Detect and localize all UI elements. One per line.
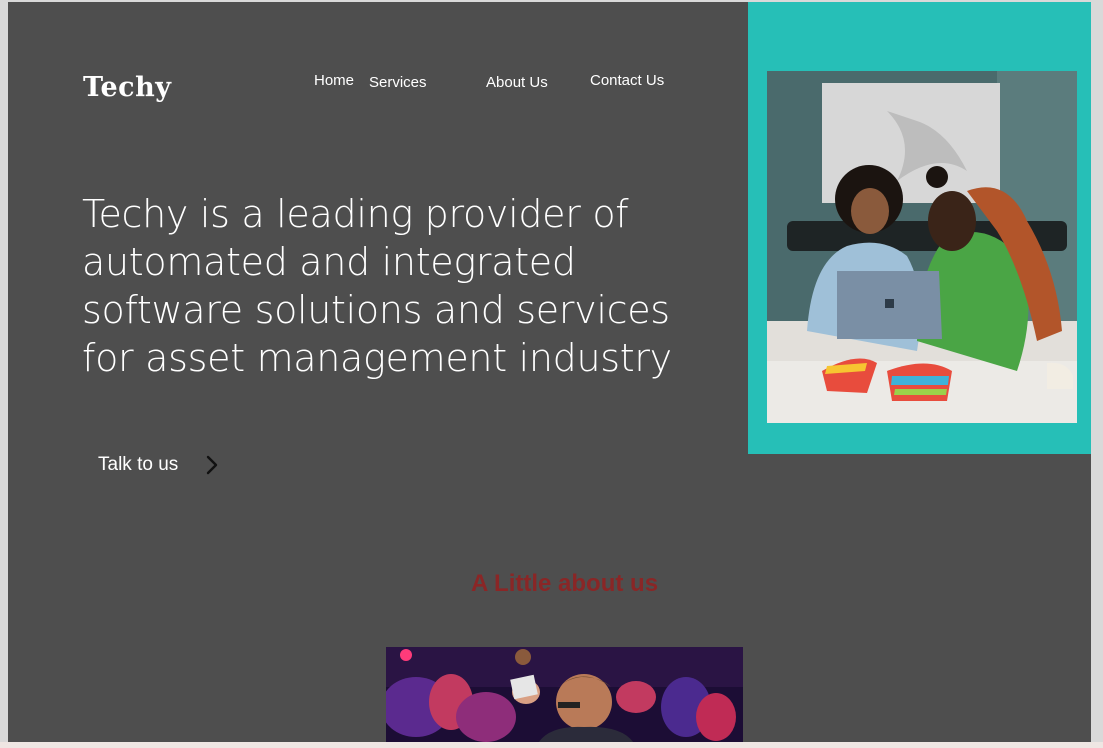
- hero-headline-line: for asset management industry: [82, 336, 672, 380]
- hero-headline-line: Techy is a leading provider of: [82, 192, 629, 236]
- chevron-right-icon: [206, 455, 218, 475]
- about-section-title: A Little about us: [470, 570, 659, 597]
- nav-home-link[interactable]: Home: [314, 72, 354, 89]
- talk-to-us-button[interactable]: Talk to us: [98, 454, 218, 476]
- landing-page: Techy Home Services About Us Contact Us …: [8, 2, 1091, 742]
- nav-services-link[interactable]: Services: [369, 74, 427, 91]
- brand-logo[interactable]: Techy: [83, 72, 171, 103]
- talk-to-us-label: Talk to us: [98, 454, 179, 475]
- hero-headline-line: automated and integrated: [82, 240, 576, 284]
- browser-frame: Techy Home Services About Us Contact Us …: [0, 0, 1103, 742]
- hero-headline-line: software solutions and services: [82, 288, 670, 332]
- nav-about-link[interactable]: About Us: [486, 74, 548, 91]
- nav-contact-link[interactable]: Contact Us: [590, 72, 664, 89]
- hero-photo: [767, 71, 1077, 423]
- about-photo: [386, 647, 743, 742]
- hero-headline: Techy is a leading provider of automated…: [82, 190, 722, 382]
